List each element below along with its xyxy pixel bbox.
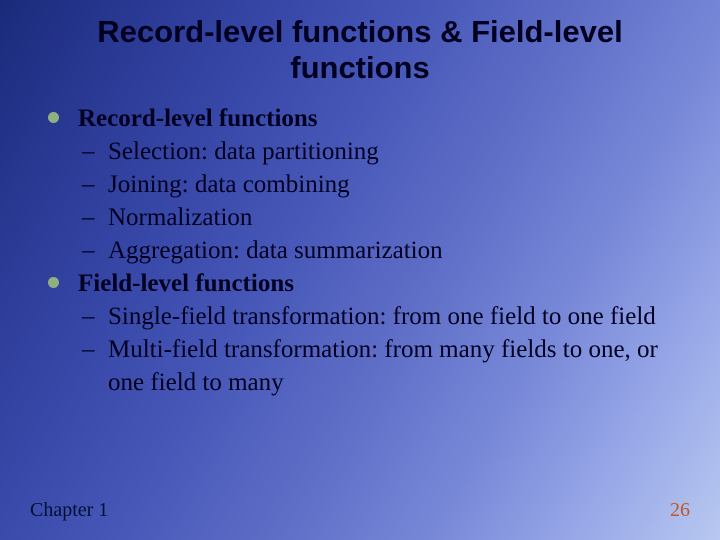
sub-item: – Normalization xyxy=(48,201,680,234)
sub-item: – Aggregation: data summarization xyxy=(48,234,680,267)
footer-chapter: Chapter 1 xyxy=(30,499,108,522)
dash-icon: – xyxy=(82,333,95,366)
sub-item: – Selection: data partitioning xyxy=(48,135,680,168)
dash-icon: – xyxy=(82,135,95,168)
slide-title: Record-level functions & Field-level fun… xyxy=(60,14,660,85)
sub-text: Normalization xyxy=(108,204,252,231)
bullet-record-level: Record-level functions xyxy=(48,102,680,135)
sub-text: Multi-field transformation: from many fi… xyxy=(108,336,658,396)
footer-page-number: 26 xyxy=(670,499,690,522)
sub-item: – Joining: data combining xyxy=(48,168,680,201)
slide-body: Record-level functions – Selection: data… xyxy=(48,102,680,399)
bullet-label: Field-level functions xyxy=(78,270,294,297)
sub-text: Single-field transformation: from one fi… xyxy=(108,303,656,330)
sub-item: – Single-field transformation: from one … xyxy=(48,300,680,333)
sub-text: Joining: data combining xyxy=(108,171,350,198)
sub-text: Aggregation: data summarization xyxy=(108,237,443,264)
sub-text: Selection: data partitioning xyxy=(108,138,379,165)
dash-icon: – xyxy=(82,168,95,201)
bullet-field-level: Field-level functions xyxy=(48,267,680,300)
dash-icon: – xyxy=(82,234,95,267)
bullet-icon xyxy=(48,112,59,123)
dash-icon: – xyxy=(82,300,95,333)
sub-item: – Multi-field transformation: from many … xyxy=(48,333,680,399)
bullet-label: Record-level functions xyxy=(78,105,318,132)
bullet-icon xyxy=(48,277,59,288)
slide: Record-level functions & Field-level fun… xyxy=(0,0,720,540)
dash-icon: – xyxy=(82,201,95,234)
